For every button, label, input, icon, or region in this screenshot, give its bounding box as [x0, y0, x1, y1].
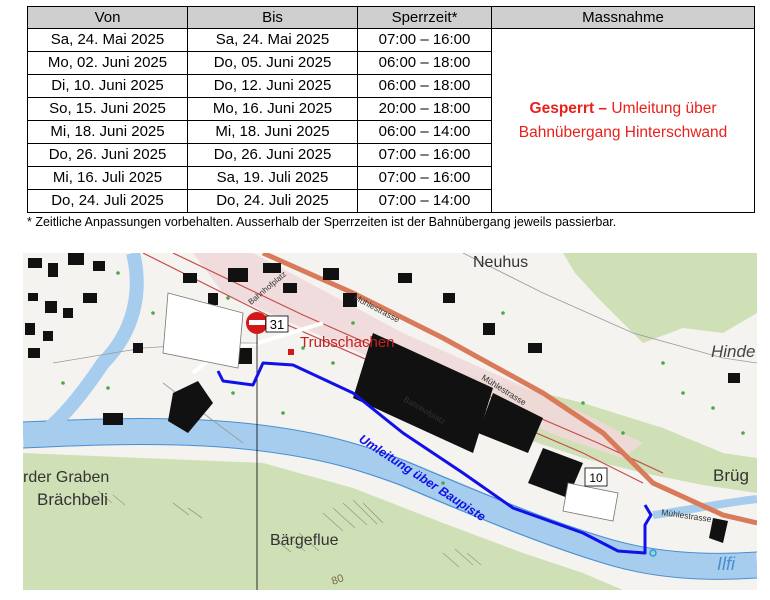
cell-massnahme: Gesperrt – Umleitung über Bahnübergang H… — [491, 28, 755, 213]
label-rder-graben: rder Graben — [23, 469, 109, 486]
station-marker — [288, 349, 294, 355]
label-trubschachen: Trubschachen — [300, 334, 395, 351]
cell-bis: Mi, 18. Juni 2025 — [187, 120, 358, 144]
road-sign-10-label: 10 — [589, 471, 603, 485]
cell-sperrzeit: 20:00 – 18:00 — [357, 97, 492, 121]
label-ilfi: Ilfi — [717, 554, 736, 574]
header-massnahme: Massnahme — [491, 6, 755, 29]
table-header-row: Von Bis Sperrzeit* Massnahme — [27, 6, 755, 29]
header-bis: Bis — [187, 6, 358, 29]
open-square — [162, 292, 244, 369]
label-brug: Brüg — [713, 466, 749, 485]
road-sign-31-label: 31 — [270, 317, 284, 332]
header-von: Von — [27, 6, 188, 29]
cell-sperrzeit: 06:00 – 18:00 — [357, 51, 492, 75]
no-entry-bar — [249, 320, 265, 325]
tributary — [38, 253, 144, 439]
label-bargeflue: Bärgeflue — [270, 532, 339, 549]
cell-von: Mo, 02. Juni 2025 — [27, 51, 188, 75]
cell-bis: Sa, 24. Mai 2025 — [187, 28, 358, 52]
table-row: Sa, 24. Mai 2025 Sa, 24. Mai 2025 07:00 … — [27, 28, 755, 213]
cell-sperrzeit: 07:00 – 14:00 — [357, 189, 492, 213]
detour-map: 31 10 Neuhus Hinde Trubschachen rder Gra… — [23, 253, 757, 590]
cell-sperrzeit: 07:00 – 16:00 — [357, 28, 492, 52]
cell-bis: Do, 05. Juni 2025 — [187, 51, 358, 75]
massnahme-bold: Gesperrt – — [529, 99, 608, 117]
cell-von: Mi, 16. Juli 2025 — [27, 166, 188, 190]
label-neuhus: Neuhus — [473, 254, 528, 271]
cell-bis: Do, 24. Juli 2025 — [187, 189, 358, 213]
cell-von: Mi, 18. Juni 2025 — [27, 120, 188, 144]
cell-bis: Mo, 16. Juni 2025 — [187, 97, 358, 121]
label-brachbeli: Brächbeli — [37, 490, 108, 509]
cell-von: Do, 24. Juli 2025 — [27, 189, 188, 213]
cell-sperrzeit: 07:00 – 16:00 — [357, 166, 492, 190]
cell-sperrzeit: 06:00 – 18:00 — [357, 74, 492, 98]
cell-bis: Sa, 19. Juli 2025 — [187, 166, 358, 190]
forest-area — [563, 253, 757, 343]
closure-schedule-table: Von Bis Sperrzeit* Massnahme Sa, 24. Mai… — [27, 6, 755, 213]
cell-von: Sa, 24. Mai 2025 — [27, 28, 188, 52]
footnote: * Zeitliche Anpassungen vorbehalten. Aus… — [27, 215, 617, 229]
cell-von: Do, 26. Juni 2025 — [27, 143, 188, 167]
cell-sperrzeit: 07:00 – 16:00 — [357, 143, 492, 167]
open-area — [562, 482, 619, 522]
header-sperrzeit: Sperrzeit* — [357, 6, 492, 29]
cell-von: Di, 10. Juni 2025 — [27, 74, 188, 98]
cell-bis: Do, 12. Juni 2025 — [187, 74, 358, 98]
label-hinde: Hinde — [711, 342, 755, 361]
cell-sperrzeit: 06:00 – 14:00 — [357, 120, 492, 144]
cell-bis: Do, 26. Juni 2025 — [187, 143, 358, 167]
cell-von: So, 15. Juni 2025 — [27, 97, 188, 121]
map-canvas: 31 10 Neuhus Hinde Trubschachen rder Gra… — [23, 253, 757, 590]
